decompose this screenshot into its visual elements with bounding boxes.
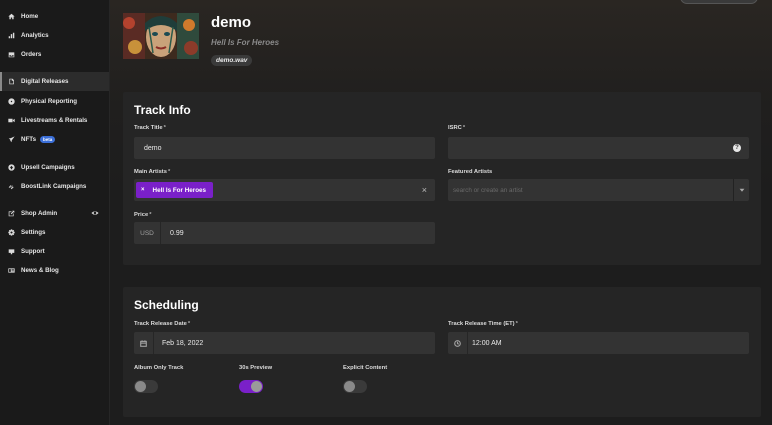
isrc-input[interactable]: ?	[448, 137, 749, 159]
track-info-heading: Track Info	[134, 103, 191, 117]
sidebar-item-label: BoostLink Campaigns	[21, 182, 87, 190]
sidebar-item-label: NFTs	[21, 135, 37, 143]
sidebar-item-digital-releases[interactable]: Digital Releases	[0, 72, 109, 91]
clear-icon[interactable]: ×	[422, 185, 427, 195]
orders-icon	[7, 50, 15, 58]
preview-label: 30s Preview	[239, 365, 273, 371]
sidebar-item-label: Home	[21, 12, 39, 20]
sidebar-item-label: Upsell Campaigns	[21, 163, 75, 171]
album-only-label: Album Only Track	[134, 365, 184, 371]
preview-toggle[interactable]	[239, 380, 263, 393]
link-icon	[7, 182, 15, 190]
track-info-card: Track Info Track Title* demo ISRC* ? Mai…	[123, 92, 761, 265]
rocket-icon	[7, 135, 15, 143]
sidebar-item-label: Shop Admin	[21, 209, 58, 217]
support-icon	[7, 247, 15, 255]
sidebar-item-livestreams[interactable]: Livestreams & Rentals	[0, 111, 109, 129]
release-title: demo	[211, 14, 252, 31]
video-icon	[7, 116, 15, 124]
disc-icon	[7, 97, 15, 105]
sidebar-item-physical-reporting[interactable]: Physical Reporting	[0, 92, 109, 110]
explicit-label: Explicit Content	[343, 365, 388, 371]
external-link-icon	[7, 209, 15, 217]
sidebar-item-label: Settings	[21, 228, 46, 236]
sidebar-item-home[interactable]: Home	[0, 7, 109, 25]
sidebar: Home Analytics Orders Digital Releases P…	[0, 0, 110, 425]
help-icon[interactable]: ?	[733, 144, 741, 152]
header-action-button[interactable]	[680, 0, 758, 4]
chevron-down-icon	[739, 188, 744, 192]
remove-chip-icon[interactable]: ×	[141, 187, 145, 193]
sidebar-item-shop-admin[interactable]: Shop Admin	[0, 204, 109, 222]
file-name-badge: demo.wav	[211, 55, 253, 66]
gear-icon	[7, 228, 15, 236]
sidebar-item-upsell-campaigns[interactable]: Upsell Campaigns	[0, 158, 109, 176]
release-time-input[interactable]: 12:00 AM	[448, 332, 749, 354]
currency-prefix: USD	[134, 222, 161, 244]
main-artists-input[interactable]: × Hell Is For Heroes ×	[134, 179, 435, 201]
explicit-toggle[interactable]	[343, 380, 367, 393]
sidebar-item-nfts[interactable]: NFTs beta	[0, 130, 109, 148]
track-title-label: Track Title*	[134, 125, 166, 131]
featured-artists-label: Featured Artists	[448, 169, 493, 175]
featured-artists-input[interactable]: search or create an artist	[448, 179, 749, 201]
sidebar-item-news-blog[interactable]: News & Blog	[0, 261, 109, 279]
main-content: demo Hell Is For Heroes demo.wav Track I…	[110, 0, 772, 425]
sidebar-item-settings[interactable]: Settings	[0, 223, 109, 241]
artist-chip[interactable]: × Hell Is For Heroes	[136, 182, 214, 198]
sidebar-item-label: News & Blog	[21, 266, 59, 274]
calendar-icon	[134, 332, 154, 354]
sidebar-item-support[interactable]: Support	[0, 242, 109, 260]
news-icon	[7, 266, 15, 274]
sidebar-item-orders[interactable]: Orders	[0, 45, 109, 63]
sidebar-item-analytics[interactable]: Analytics	[0, 26, 109, 44]
analytics-icon	[7, 31, 15, 39]
sidebar-item-label: Orders	[21, 50, 42, 58]
release-artist: Hell Is For Heroes	[211, 38, 280, 47]
clock-icon	[448, 332, 468, 354]
sidebar-item-label: Digital Releases	[21, 78, 69, 85]
document-icon	[7, 78, 15, 86]
sidebar-item-label: Physical Reporting	[21, 97, 78, 105]
main-artists-label: Main Artists*	[134, 169, 171, 175]
scheduling-card: Scheduling Track Release Date* Feb 18, 2…	[123, 287, 761, 417]
release-artwork	[123, 13, 199, 59]
sidebar-item-boostlink-campaigns[interactable]: BoostLink Campaigns	[0, 177, 109, 195]
sidebar-item-label: Analytics	[21, 31, 49, 39]
scheduling-heading: Scheduling	[134, 298, 199, 312]
sidebar-item-label: Livestreams & Rentals	[21, 116, 88, 124]
sidebar-item-label: Support	[21, 247, 45, 255]
beta-badge: beta	[40, 135, 56, 143]
album-only-toggle[interactable]	[134, 380, 158, 393]
release-time-label: Track Release Time (ET)*	[448, 321, 518, 327]
home-icon	[7, 12, 15, 20]
release-date-input[interactable]: Feb 18, 2022	[134, 332, 435, 354]
isrc-label: ISRC*	[448, 125, 466, 131]
price-label: Price*	[134, 212, 152, 218]
track-title-input[interactable]: demo	[134, 137, 435, 159]
eye-icon[interactable]	[91, 209, 99, 217]
price-input[interactable]: USD 0.99	[134, 222, 435, 244]
release-date-label: Track Release Date*	[134, 321, 191, 327]
upload-icon	[7, 163, 15, 171]
dropdown-button[interactable]	[733, 179, 749, 201]
